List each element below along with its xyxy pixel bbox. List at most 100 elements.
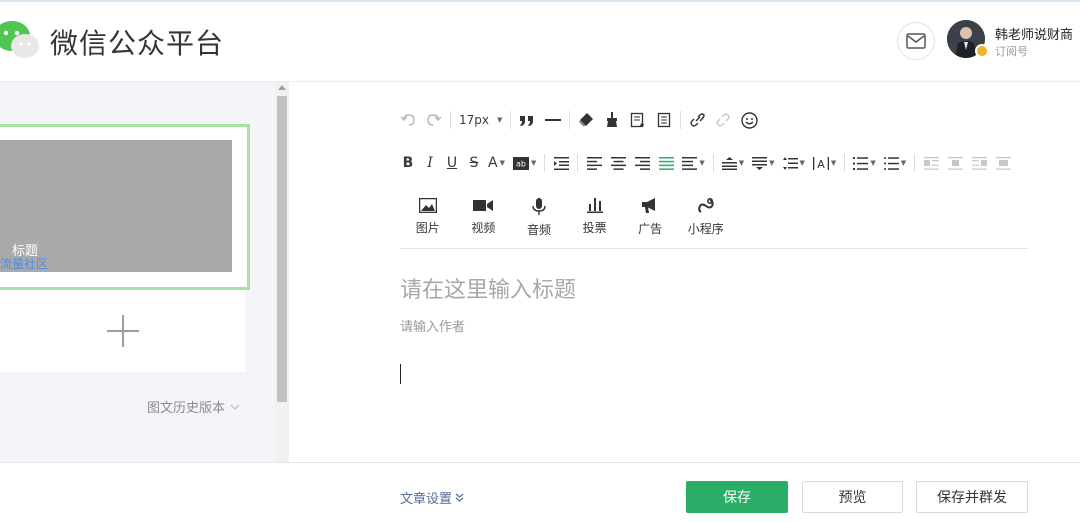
scroll-thumb[interactable] bbox=[277, 96, 287, 402]
scroll-up-arrow-icon[interactable] bbox=[278, 85, 286, 90]
float-center-button[interactable] bbox=[993, 151, 1013, 175]
float-right-button[interactable] bbox=[969, 151, 989, 175]
title-input[interactable] bbox=[400, 278, 1020, 303]
indent-button[interactable] bbox=[551, 151, 571, 175]
template-icon bbox=[631, 112, 645, 128]
float-none-icon bbox=[947, 156, 963, 170]
float-none-button[interactable] bbox=[945, 151, 965, 175]
blockquote-button[interactable] bbox=[517, 108, 537, 132]
insert-video-label: 视频 bbox=[471, 221, 496, 235]
font-size-select[interactable]: 17px ▼ bbox=[457, 108, 504, 132]
history-versions-label: 图文历史版本 bbox=[147, 401, 226, 416]
insert-mini-program-label: 小程序 bbox=[687, 222, 724, 236]
emoji-icon bbox=[741, 111, 759, 129]
top-accent-line bbox=[0, 0, 1080, 2]
spacing-before-icon bbox=[721, 156, 737, 170]
insert-mini-program-button[interactable]: 小程序 bbox=[678, 198, 734, 238]
align-center-icon bbox=[610, 156, 626, 170]
toolbar-separator bbox=[510, 111, 512, 129]
horizontal-rule-button[interactable] bbox=[543, 108, 563, 132]
format-brush-button[interactable] bbox=[602, 108, 622, 132]
align-justify-icon bbox=[658, 156, 674, 170]
audio-icon bbox=[532, 198, 546, 215]
unordered-list-button[interactable]: ▼ bbox=[882, 151, 908, 175]
ordered-list-button[interactable]: ▼ bbox=[851, 151, 877, 175]
media-insert-row: 图片 视频 音频 投票 广告 小程序 bbox=[400, 198, 734, 238]
article-cover-source: 流量社区 bbox=[0, 257, 49, 271]
insert-video-button[interactable]: 视频 bbox=[456, 198, 512, 238]
document-icon bbox=[658, 112, 671, 128]
unordered-list-icon bbox=[883, 156, 899, 170]
align-left-icon bbox=[586, 156, 602, 170]
vote-icon bbox=[586, 198, 603, 213]
eraser-button[interactable] bbox=[576, 108, 596, 132]
toolbar-divider bbox=[400, 248, 1028, 249]
distributed-align-button[interactable]: ▼ bbox=[680, 151, 706, 175]
redo-button[interactable] bbox=[424, 108, 444, 132]
mail-icon bbox=[906, 33, 926, 49]
strikethrough-button[interactable]: S bbox=[464, 151, 484, 175]
history-versions-link[interactable]: 图文历史版本 bbox=[147, 397, 240, 416]
bold-button[interactable]: B bbox=[398, 151, 418, 175]
line-height-button[interactable]: ▼ bbox=[781, 151, 807, 175]
insert-audio-label: 音频 bbox=[526, 223, 551, 237]
underline-button[interactable]: U bbox=[442, 151, 462, 175]
horizontal-line-icon bbox=[545, 119, 562, 121]
quote-icon bbox=[520, 116, 534, 126]
redo-icon bbox=[427, 114, 442, 126]
toolbar-separator bbox=[914, 154, 916, 172]
toolbar-separator bbox=[450, 111, 451, 129]
undo-button[interactable] bbox=[398, 108, 418, 132]
align-justify-button[interactable] bbox=[656, 151, 676, 175]
align-center-button[interactable] bbox=[608, 151, 628, 175]
toolbar-separator bbox=[569, 111, 571, 129]
add-article-button[interactable] bbox=[0, 290, 245, 372]
mini-program-icon bbox=[697, 198, 714, 213]
author-input[interactable] bbox=[400, 320, 800, 335]
mail-button[interactable] bbox=[897, 22, 935, 60]
insert-ad-label: 广告 bbox=[638, 222, 663, 236]
verified-badge-icon bbox=[975, 44, 989, 58]
italic-button[interactable]: I bbox=[420, 151, 440, 175]
save-button[interactable]: 保存 bbox=[686, 481, 788, 513]
insert-vote-label: 投票 bbox=[582, 221, 607, 235]
float-center-icon bbox=[995, 156, 1011, 170]
insert-ad-button[interactable]: 广告 bbox=[622, 198, 678, 238]
insert-image-label: 图片 bbox=[415, 221, 440, 235]
account-name[interactable]: 韩老师说财商 bbox=[995, 24, 1073, 43]
document-button[interactable] bbox=[654, 108, 674, 132]
insert-template-button[interactable] bbox=[628, 108, 648, 132]
spacing-after-icon bbox=[752, 156, 768, 170]
indent-icon bbox=[553, 156, 569, 170]
preview-button[interactable]: 预览 bbox=[802, 481, 903, 513]
svg-text:ab: ab bbox=[516, 159, 526, 168]
float-right-icon bbox=[971, 156, 987, 170]
spacing-before-button[interactable]: ▼ bbox=[720, 151, 746, 175]
wechat-logo-icon[interactable] bbox=[0, 18, 42, 62]
letter-spacing-button[interactable]: A ▼ bbox=[811, 151, 838, 175]
insert-vote-button[interactable]: 投票 bbox=[567, 198, 623, 238]
insert-link-button[interactable] bbox=[687, 108, 707, 132]
double-chevron-down-icon bbox=[455, 493, 464, 502]
unlink-icon bbox=[716, 113, 731, 127]
toolbar-separator bbox=[577, 154, 579, 172]
align-left-button[interactable] bbox=[584, 151, 604, 175]
spacing-after-button[interactable]: ▼ bbox=[750, 151, 776, 175]
ad-icon bbox=[642, 198, 656, 213]
background-color-button[interactable]: ab ▼ bbox=[511, 151, 538, 175]
float-left-icon bbox=[923, 156, 939, 170]
float-left-button[interactable] bbox=[921, 151, 941, 175]
left-panel-scrollbar[interactable] bbox=[275, 82, 289, 462]
letter-spacing-icon: A bbox=[812, 156, 829, 170]
app-title[interactable]: 微信公众平台 bbox=[50, 22, 224, 62]
insert-audio-button[interactable]: 音频 bbox=[511, 198, 567, 238]
article-settings-link[interactable]: 文章设置 bbox=[400, 488, 464, 507]
align-right-button[interactable] bbox=[632, 151, 652, 175]
unlink-button[interactable] bbox=[713, 108, 733, 132]
insert-image-button[interactable]: 图片 bbox=[400, 198, 456, 238]
highlight-icon: ab bbox=[512, 156, 529, 170]
image-icon bbox=[418, 198, 437, 213]
emoji-button[interactable] bbox=[739, 108, 760, 132]
font-color-button[interactable]: A ▼ bbox=[486, 151, 507, 175]
save-and-publish-button[interactable]: 保存并群发 bbox=[916, 481, 1028, 513]
